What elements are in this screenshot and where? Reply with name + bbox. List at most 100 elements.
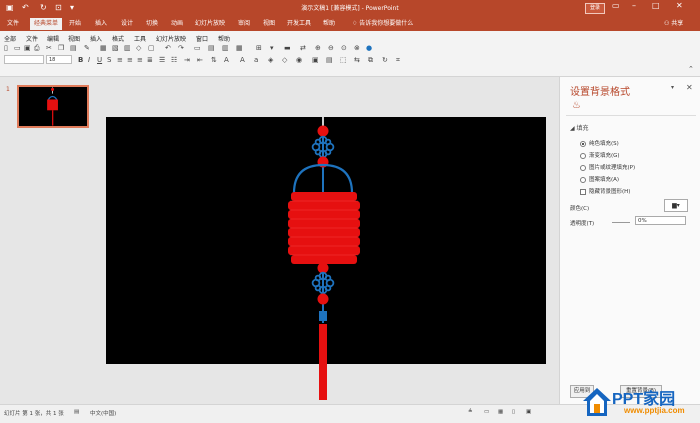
transparency-input[interactable]: 0% xyxy=(635,216,686,225)
gradient-fill-option[interactable]: 渐变填充(G) xyxy=(580,151,620,159)
format-painter-icon[interactable]: ✎ xyxy=(84,44,90,52)
tab-view[interactable]: 视图 xyxy=(260,18,278,30)
fill-section[interactable]: ◢ 填充 xyxy=(570,123,589,132)
solid-fill-option[interactable]: 纯色填充(S) xyxy=(580,139,619,147)
transparency-slider[interactable] xyxy=(612,222,630,223)
replace-icon[interactable]: ⇆ xyxy=(354,56,360,64)
layout2-icon[interactable]: ▥ xyxy=(222,44,229,52)
indent-icon[interactable]: ⇥ xyxy=(184,56,190,64)
bullets-icon[interactable]: ☰ xyxy=(159,56,165,64)
shapes-icon[interactable]: ◇ xyxy=(136,44,141,52)
align-left-icon[interactable]: ≡ xyxy=(117,56,123,64)
fill-bucket-icon[interactable]: ♨ xyxy=(572,100,581,111)
crop-icon[interactable]: ⌗ xyxy=(396,56,400,64)
layout3-icon[interactable]: ▦ xyxy=(236,44,243,52)
layout-icon[interactable]: ▤ xyxy=(208,44,215,52)
radio[interactable] xyxy=(580,176,586,183)
arrows-icon[interactable]: ⇄ xyxy=(300,44,306,52)
ribbon-display-icon[interactable]: ▭ xyxy=(612,1,620,10)
italic-icon[interactable]: I xyxy=(88,56,90,64)
outdent-icon[interactable]: ⇤ xyxy=(197,56,203,64)
sign-in-button[interactable]: 登录 xyxy=(585,3,605,14)
radio[interactable] xyxy=(580,152,586,159)
bold-icon[interactable]: B xyxy=(78,56,83,64)
open-icon[interactable]: ▭ xyxy=(14,44,21,52)
pane-close-icon[interactable]: ✕ xyxy=(686,83,693,92)
shrink-font-icon[interactable]: a xyxy=(254,56,258,64)
select-icon[interactable]: ⬚ xyxy=(340,56,347,64)
collapse-ribbon-icon[interactable]: ⌃ xyxy=(688,65,694,73)
tab-file[interactable]: 文件 xyxy=(4,18,22,30)
font-color-icon[interactable]: A xyxy=(224,56,229,64)
zoom-in-icon[interactable]: ⊕ xyxy=(315,44,321,52)
maximize-icon[interactable]: □ xyxy=(652,1,660,10)
underline-icon[interactable]: U xyxy=(97,56,102,64)
slide-canvas[interactable] xyxy=(106,114,546,364)
shape-effects-icon[interactable]: ◉ xyxy=(296,56,302,64)
pattern-fill-option[interactable]: 图案填充(A) xyxy=(580,175,619,183)
chart-icon[interactable]: ▥ xyxy=(124,44,131,52)
tab-help[interactable]: 帮助 xyxy=(320,18,338,30)
tab-home[interactable]: 开始 xyxy=(66,18,84,30)
new-slide-icon[interactable]: ▭ xyxy=(194,44,201,52)
cut-icon[interactable]: ✂ xyxy=(46,44,52,52)
help-icon[interactable]: ● xyxy=(366,44,372,52)
justify-icon[interactable]: ≣ xyxy=(147,56,153,64)
spellcheck-icon[interactable]: ▤ xyxy=(74,409,79,415)
text-direction-icon[interactable]: ⇅ xyxy=(211,56,217,64)
share-button[interactable]: ⚇ 共享 xyxy=(664,18,683,30)
slideshow-view-icon[interactable]: ▣ xyxy=(526,409,531,415)
rotate-icon[interactable]: ↻ xyxy=(382,56,388,64)
radio-selected[interactable] xyxy=(580,140,586,147)
paste-icon[interactable]: ▤ xyxy=(70,44,77,52)
hide-background-option[interactable]: 隐藏背景图形(H) xyxy=(580,187,630,195)
textbox-icon[interactable]: ▢ xyxy=(148,44,155,52)
tab-review[interactable]: 审阅 xyxy=(235,18,253,30)
pane-options-icon[interactable]: ▾ xyxy=(671,84,674,91)
line-color-icon[interactable]: ▬ xyxy=(284,44,291,52)
font-size-combo[interactable]: 18 xyxy=(46,55,72,64)
chevron-down-icon[interactable]: ▾ xyxy=(270,44,274,52)
numbering-icon[interactable]: ☷ xyxy=(171,56,177,64)
minimize-icon[interactable]: – xyxy=(632,1,636,10)
checkbox[interactable] xyxy=(580,188,586,195)
tell-me-box[interactable]: ♢ 告诉我你想要做什么 xyxy=(352,18,413,30)
tab-classic-menu[interactable]: 经典菜单 xyxy=(30,18,62,30)
menu-window[interactable]: 窗口 xyxy=(196,34,208,43)
close-icon[interactable]: ✕ xyxy=(676,1,683,10)
sorter-view-icon[interactable]: ▦ xyxy=(498,409,503,415)
language-status[interactable]: 中文(中国) xyxy=(90,409,116,417)
color-picker-button[interactable]: ▆▾ xyxy=(664,199,688,212)
menu-file[interactable]: 文件 xyxy=(26,34,38,43)
menu-edit[interactable]: 编辑 xyxy=(47,34,59,43)
new-icon[interactable]: ▯ xyxy=(4,44,8,52)
tab-design[interactable]: 设计 xyxy=(118,18,136,30)
grid-icon[interactable]: ⊞ xyxy=(256,44,262,52)
strikethrough-icon[interactable]: S xyxy=(107,56,111,64)
menu-format[interactable]: 格式 xyxy=(112,34,124,43)
picture-icon[interactable]: ▧ xyxy=(112,44,119,52)
align-center-icon[interactable]: ≡ xyxy=(127,56,133,64)
grow-font-icon[interactable]: A xyxy=(240,56,245,64)
save-icon-ribbon[interactable]: ▣ xyxy=(24,44,31,52)
notes-icon[interactable]: ≜ xyxy=(468,409,473,415)
menu-tools[interactable]: 工具 xyxy=(134,34,146,43)
copy-icon[interactable]: ❐ xyxy=(58,44,64,52)
zoom-icon[interactable]: ⊙ xyxy=(341,44,347,52)
tab-slideshow[interactable]: 幻灯片放映 xyxy=(192,18,228,30)
menu-slideshow[interactable]: 幻灯片放映 xyxy=(156,34,186,43)
undo-icon-ribbon[interactable]: ↶ xyxy=(165,44,171,52)
search-icon[interactable]: ⊗ xyxy=(354,44,360,52)
menu-all[interactable]: 全部 xyxy=(4,34,16,43)
zoom-out-icon[interactable]: ⊖ xyxy=(328,44,334,52)
redo-icon-ribbon[interactable]: ↷ xyxy=(178,44,184,52)
print-icon[interactable]: ⎙ xyxy=(34,44,40,52)
shape-outline-icon[interactable]: ◇ xyxy=(282,56,287,64)
picture-fill-option[interactable]: 图片或纹理填充(P) xyxy=(580,163,635,171)
quick-styles-icon[interactable]: ▤ xyxy=(326,56,333,64)
menu-insert[interactable]: 插入 xyxy=(90,34,102,43)
menu-view[interactable]: 视图 xyxy=(68,34,80,43)
table-icon[interactable]: ▦ xyxy=(100,44,107,52)
font-name-combo[interactable] xyxy=(4,55,44,64)
group-icon[interactable]: ⧉ xyxy=(368,56,373,64)
